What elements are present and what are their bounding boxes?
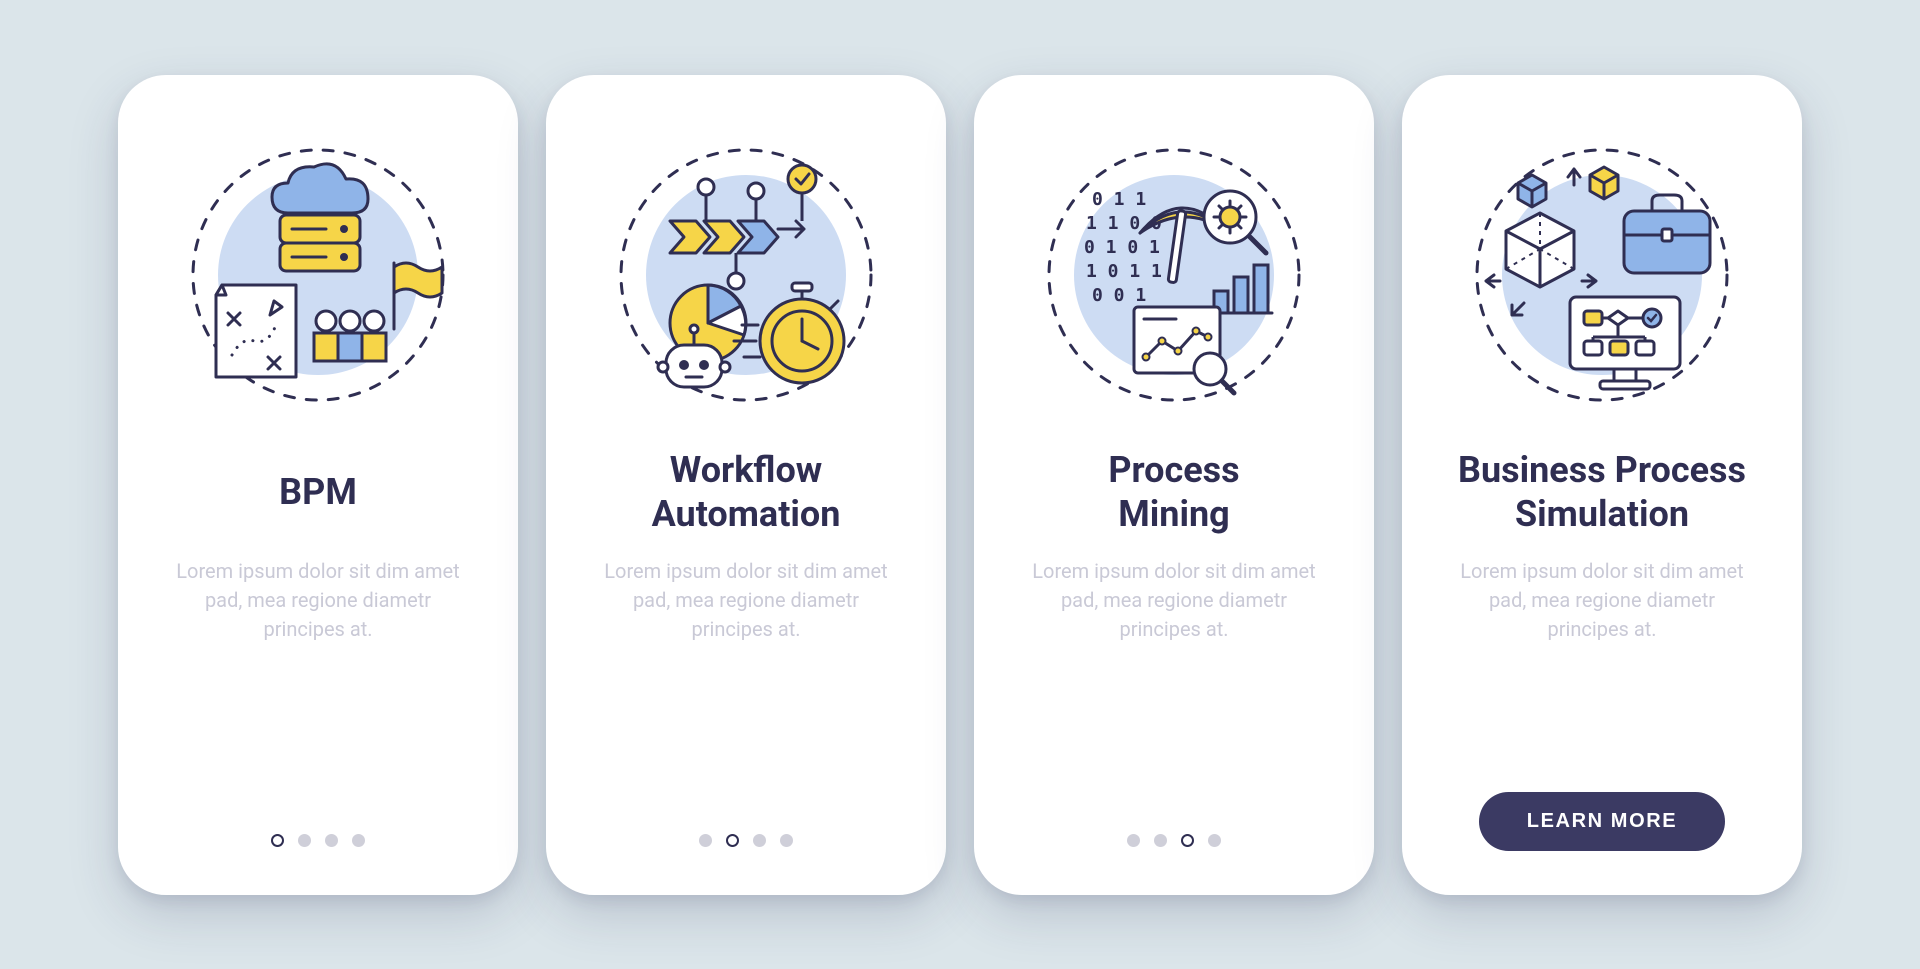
bpm-icon — [178, 135, 458, 415]
svg-text:0 0 1: 0 0 1 — [1092, 285, 1146, 306]
dot-1[interactable] — [699, 834, 712, 847]
svg-text:0 1 1: 0 1 1 — [1092, 189, 1146, 210]
dot-4[interactable] — [352, 834, 365, 847]
onboarding-card-workflow: Workflow Automation Lorem ipsum dolor si… — [546, 75, 946, 895]
dot-2[interactable] — [1154, 834, 1167, 847]
learn-more-button[interactable]: LEARN MORE — [1479, 792, 1725, 851]
pagination-dots — [699, 831, 793, 851]
dot-2[interactable] — [298, 834, 311, 847]
card-description: Lorem ipsum dolor sit dim amet pad, mea … — [1024, 557, 1324, 644]
pagination-dots — [1127, 831, 1221, 851]
onboarding-row: BPM Lorem ipsum dolor sit dim amet pad, … — [118, 75, 1802, 895]
card-title: Process Mining — [1108, 449, 1239, 537]
card-description: Lorem ipsum dolor sit dim amet pad, mea … — [168, 557, 468, 644]
simulation-icon — [1462, 135, 1742, 415]
dot-4[interactable] — [1208, 834, 1221, 847]
workflow-icon — [606, 135, 886, 415]
dot-2[interactable] — [726, 834, 739, 847]
card-description: Lorem ipsum dolor sit dim amet pad, mea … — [1452, 557, 1752, 644]
svg-text:0 1 0 1 0: 0 1 0 1 0 — [1084, 237, 1182, 258]
svg-text:1 0 1 1: 1 0 1 1 — [1086, 261, 1162, 282]
onboarding-card-simulation: Business Process Simulation Lorem ipsum … — [1402, 75, 1802, 895]
dot-1[interactable] — [1127, 834, 1140, 847]
card-title: Business Process Simulation — [1458, 449, 1746, 537]
dot-4[interactable] — [780, 834, 793, 847]
dot-3[interactable] — [325, 834, 338, 847]
mining-icon: 0 1 1 1 1 0 0 0 1 0 1 0 1 0 1 1 0 0 1 — [1034, 135, 1314, 415]
card-description: Lorem ipsum dolor sit dim amet pad, mea … — [596, 557, 896, 644]
dot-3[interactable] — [1181, 834, 1194, 847]
dot-1[interactable] — [271, 834, 284, 847]
pagination-dots — [271, 831, 365, 851]
card-title: Workflow Automation — [652, 449, 841, 537]
onboarding-card-bpm: BPM Lorem ipsum dolor sit dim amet pad, … — [118, 75, 518, 895]
dot-3[interactable] — [753, 834, 766, 847]
card-title: BPM — [279, 449, 357, 537]
onboarding-card-mining: 0 1 1 1 1 0 0 0 1 0 1 0 1 0 1 1 0 0 1 — [974, 75, 1374, 895]
